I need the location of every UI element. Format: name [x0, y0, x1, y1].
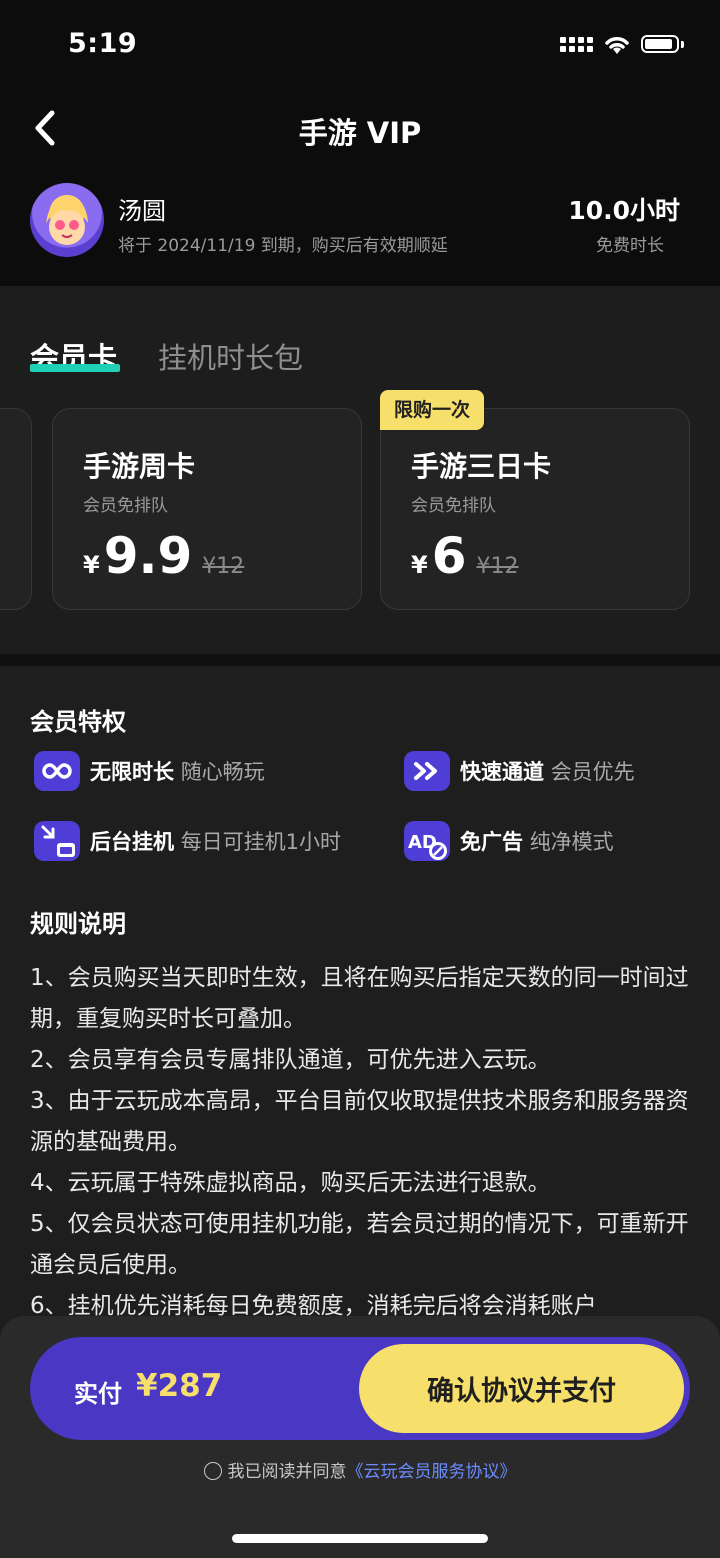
rules-list: 1、会员购买当天即时生效，且将在购买后指定天数的同一时间过期，重复购买时长可叠加… [30, 958, 690, 1327]
section-divider [0, 654, 720, 666]
privilege-name: 免广告 [460, 830, 523, 854]
rule-item: 5、仅会员状态可使用挂机功能，若会员过期的情况下，可重新开通会员后使用。 [30, 1211, 689, 1278]
plan-subtitle: 会员免排队 [83, 496, 168, 516]
no-ads-icon: AD [404, 821, 450, 861]
price-value: 6 [431, 527, 467, 585]
status-icons [560, 33, 684, 55]
signal-icon [560, 36, 593, 52]
paid-label: 实付 [74, 1380, 122, 1408]
plan-price: ¥ 9.9 ¥12 [83, 527, 244, 585]
limit-once-badge: 限购一次 [380, 390, 485, 430]
user-name: 汤圆 [118, 197, 166, 225]
plan-name: 手游三日卡 [411, 450, 552, 483]
plan-card-weekly[interactable]: 手游周卡 会员免排队 ¥ 9.9 ¥12 [52, 408, 362, 610]
plan-price: ¥ 6 ¥12 [411, 527, 519, 585]
agree-checkbox[interactable] [203, 1462, 222, 1480]
status-time: 5:19 [68, 28, 138, 59]
privilege-fast-lane: 快速通道 会员优先 [404, 751, 635, 791]
privileges-title: 会员特权 [30, 708, 126, 736]
original-price: ¥12 [202, 554, 245, 579]
privilege-no-ads: AD 免广告 纯净模式 [404, 821, 614, 861]
wifi-icon [605, 37, 629, 54]
fast-forward-icon [404, 751, 450, 791]
agreement-row: 我已阅读并同意《云玩会员服务协议》 [0, 1457, 720, 1482]
plan-subtitle: 会员免排队 [411, 496, 496, 516]
privilege-desc: 会员优先 [550, 760, 635, 784]
rule-item: 2、会员享有会员专属排队通道，可优先进入云玩。 [30, 1047, 551, 1073]
currency-symbol: ¥ [83, 551, 100, 579]
price-value: 9.9 [103, 527, 193, 585]
privilege-desc: 随心畅玩 [180, 760, 265, 784]
free-hours-label: 免费时长 [596, 236, 664, 256]
privilege-unlimited-time: 无限时长 随心畅玩 [34, 751, 265, 791]
tab-idle-hours-pack[interactable]: 挂机时长包 [158, 335, 303, 377]
plan-name: 手游周卡 [83, 450, 196, 483]
page-title: 手游 VIP [298, 116, 422, 150]
membership-expire-text: 将于 2024/11/19 到期，购买后有效期顺延 [118, 236, 448, 256]
rule-item: 3、由于云玩成本高昂，平台目前仅收取提供技术服务和服务器资源的基础费用。 [30, 1088, 689, 1155]
rule-item: 1、会员购买当天即时生效，且将在购买后指定天数的同一时间过期，重复购买时长可叠加… [30, 965, 689, 1032]
infinity-icon [34, 751, 80, 791]
rules-title: 规则说明 [30, 910, 126, 938]
minimize-window-icon [34, 821, 80, 861]
privilege-name: 无限时长 [90, 760, 174, 784]
battery-icon [641, 35, 679, 53]
privilege-name: 后台挂机 [90, 830, 174, 854]
privilege-desc: 每日可挂机1小时 [180, 830, 342, 854]
paid-amount: ¥287 [136, 1368, 223, 1404]
privilege-background-idle: 后台挂机 每日可挂机1小时 [34, 821, 341, 861]
avatar[interactable] [30, 183, 104, 257]
home-indicator [232, 1534, 488, 1543]
privilege-desc: 纯净模式 [529, 830, 614, 854]
original-price: ¥12 [476, 554, 519, 579]
confirm-pay-button[interactable]: 确认协议并支付 [359, 1344, 684, 1433]
rule-item: 4、云玩属于特殊虚拟商品，购买后无法进行退款。 [30, 1170, 551, 1196]
active-tab-indicator [30, 364, 120, 372]
plan-card-partial[interactable] [0, 408, 32, 610]
agree-text: 我已阅读并同意 [227, 1462, 347, 1482]
currency-symbol: ¥ [411, 551, 428, 579]
plan-card-three-day[interactable]: 手游三日卡 会员免排队 ¥ 6 ¥12 [380, 408, 690, 610]
free-hours-value: 10.0小时 [568, 196, 680, 225]
service-agreement-link[interactable]: 《云玩会员服务协议》 [347, 1462, 517, 1482]
privilege-name: 快速通道 [460, 760, 544, 784]
